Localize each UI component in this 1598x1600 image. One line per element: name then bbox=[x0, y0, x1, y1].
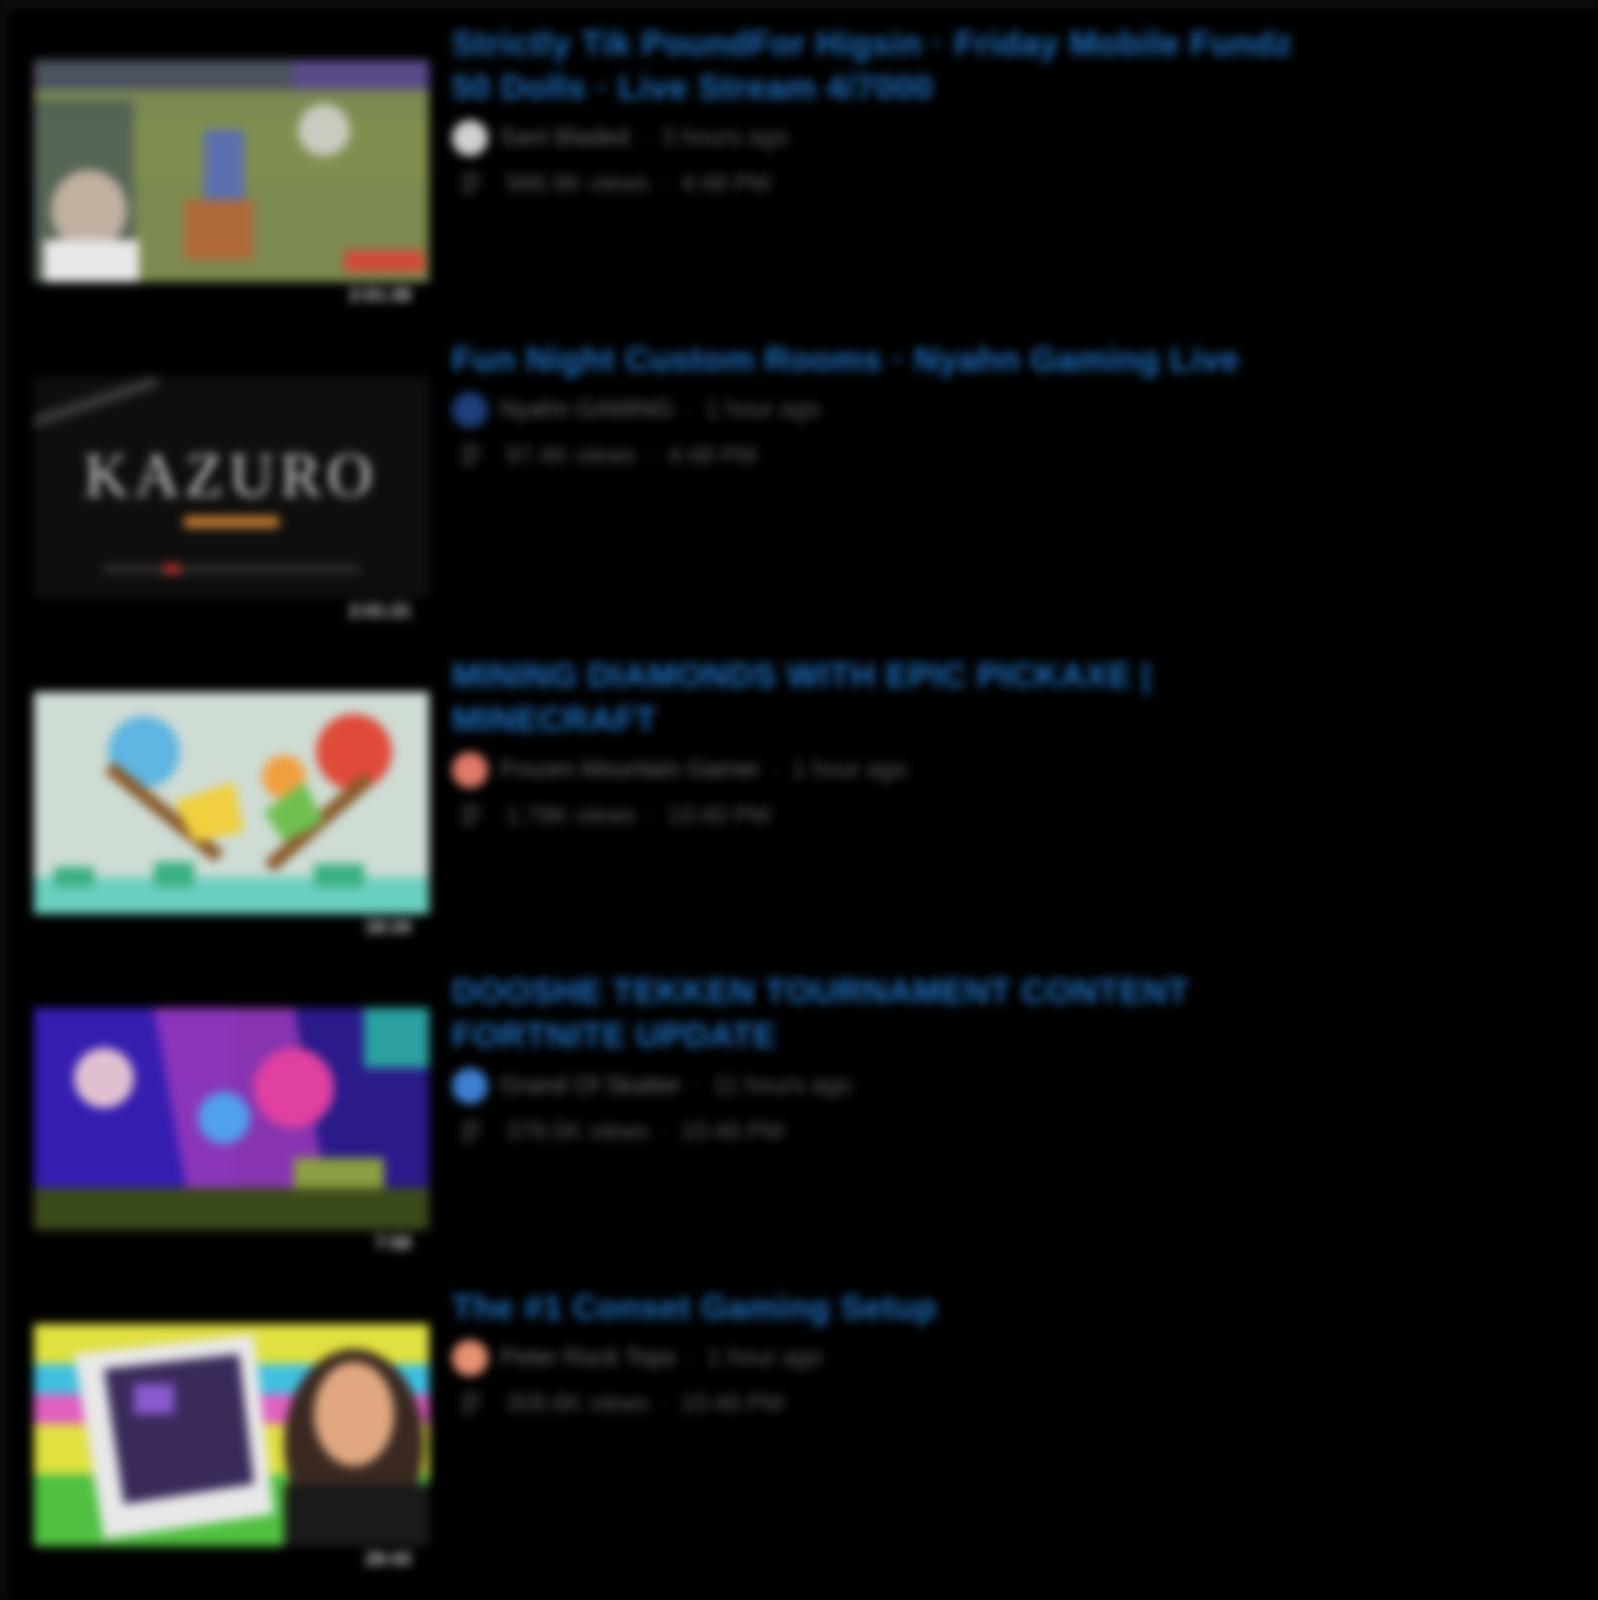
video-title-link[interactable]: The #1 Conset Gaming Setup bbox=[452, 1286, 1312, 1330]
stats-line: 97.4K views · 4:48 PM bbox=[452, 436, 1312, 476]
video-row[interactable]: KAZURO 2:01:21 Fun Night Custom Rooms · … bbox=[6, 322, 1598, 622]
video-info: Strictly Tik PoundFor Higsin · Friday Mo… bbox=[452, 22, 1312, 204]
video-thumbnail-link[interactable]: 2:01:38 bbox=[34, 14, 429, 306]
channel-avatar-icon[interactable] bbox=[452, 1340, 488, 1376]
video-row[interactable]: 7:58 DOOSHE TEKKEN TOURNAMENT CONTENT FO… bbox=[6, 954, 1598, 1254]
video-title-link[interactable]: Strictly Tik PoundFor Higsin · Friday Mo… bbox=[452, 22, 1312, 110]
publish-time: 10:40 PM bbox=[667, 802, 771, 829]
stats-line: 1.78K views · 10:40 PM bbox=[452, 796, 1312, 836]
channel-avatar-icon[interactable] bbox=[452, 120, 488, 156]
video-title-link[interactable]: MINING DIAMONDS WITH EPIC PICKAXE | MINE… bbox=[452, 654, 1312, 742]
separator: · bbox=[660, 170, 669, 197]
channel-name[interactable]: Frozen Mountain Gamer bbox=[500, 756, 760, 784]
separator: · bbox=[647, 442, 656, 469]
list-icon bbox=[462, 1394, 480, 1413]
video-row[interactable]: 28:43 The #1 Conset Gaming Setup Peter R… bbox=[6, 1270, 1598, 1570]
video-thumbnail[interactable]: KAZURO bbox=[34, 376, 429, 598]
channel-name[interactable]: Grand Of Skatter bbox=[500, 1072, 681, 1100]
video-row[interactable]: 2:01:38 Strictly Tik PoundFor Higsin · F… bbox=[6, 6, 1598, 306]
video-duration: 18:34 bbox=[360, 917, 415, 938]
separator: · bbox=[647, 802, 656, 829]
separator: · bbox=[772, 756, 781, 783]
list-icon bbox=[462, 174, 480, 193]
publish-time: 10:46 PM bbox=[680, 1390, 784, 1417]
video-title-link[interactable]: DOOSHE TEKKEN TOURNAMENT CONTENT FORTNIT… bbox=[452, 970, 1312, 1058]
upload-age: 11 hours ago bbox=[713, 1072, 852, 1099]
list-icon bbox=[462, 1122, 480, 1141]
video-duration: 7:58 bbox=[370, 1233, 415, 1254]
channel-line: Sani Bladed · 3 hours ago bbox=[452, 118, 1312, 158]
upload-age: 1 hour ago bbox=[705, 396, 821, 423]
video-thumbnail-link[interactable]: KAZURO 2:01:21 bbox=[34, 330, 429, 622]
view-count: 308.6K views bbox=[506, 1390, 649, 1417]
video-feed-page: 2:01:38 Strictly Tik PoundFor Higsin · F… bbox=[0, 0, 1598, 1600]
video-info: Fun Night Custom Rooms · Nyahn Gaming Li… bbox=[452, 338, 1312, 476]
video-info: DOOSHE TEKKEN TOURNAMENT CONTENT FORTNIT… bbox=[452, 970, 1312, 1152]
stats-line: 986.9K views · 4:48 PM bbox=[452, 164, 1312, 204]
list-icon bbox=[462, 446, 480, 465]
video-thumbnail[interactable] bbox=[34, 1008, 429, 1230]
pickaxes-thumbnail-image bbox=[34, 692, 429, 914]
video-thumbnail-link[interactable]: 28:43 bbox=[34, 1278, 429, 1570]
kazuro-logo-thumbnail-image: KAZURO bbox=[34, 376, 429, 598]
video-thumbnail[interactable] bbox=[34, 1324, 429, 1546]
handheld-device-thumbnail-image bbox=[34, 1324, 429, 1546]
channel-avatar-icon[interactable] bbox=[452, 392, 488, 428]
separator: · bbox=[641, 124, 650, 151]
separator: · bbox=[660, 1390, 669, 1417]
publish-time: 4:48 PM bbox=[680, 170, 771, 197]
soccer-field-thumbnail-image bbox=[34, 60, 429, 282]
stats-line: 308.6K views · 10:46 PM bbox=[452, 1384, 1312, 1424]
view-count: 378.5K views bbox=[506, 1118, 649, 1145]
neon-game-thumbnail-image bbox=[34, 1008, 429, 1230]
view-count: 986.9K views bbox=[506, 170, 649, 197]
view-count: 1.78K views bbox=[506, 802, 636, 829]
video-thumbnail[interactable] bbox=[34, 692, 429, 914]
svg-text:KAZURO: KAZURO bbox=[84, 442, 378, 510]
channel-avatar-icon[interactable] bbox=[452, 1068, 488, 1104]
publish-time: 4:48 PM bbox=[667, 442, 757, 469]
channel-line: Frozen Mountain Gamer · 1 hour ago bbox=[452, 750, 1312, 790]
channel-name[interactable]: Peter Rock Tops bbox=[500, 1344, 676, 1372]
publish-time: 10:46 PM bbox=[680, 1118, 784, 1145]
channel-line: Peter Rock Tops · 1 hour ago bbox=[452, 1338, 1312, 1378]
video-duration: 2:01:21 bbox=[344, 601, 415, 622]
video-info: MINING DIAMONDS WITH EPIC PICKAXE | MINE… bbox=[452, 654, 1312, 836]
video-thumbnail-link[interactable]: 7:58 bbox=[34, 962, 429, 1254]
video-row[interactable]: 18:34 MINING DIAMONDS WITH EPIC PICKAXE … bbox=[6, 638, 1598, 938]
list-icon bbox=[462, 806, 480, 825]
video-duration: 2:01:38 bbox=[344, 285, 415, 306]
channel-line: Nyahn GAMING · 1 hour ago bbox=[452, 390, 1312, 430]
upload-age: 1 hour ago bbox=[792, 756, 907, 783]
video-duration: 28:43 bbox=[360, 1549, 415, 1570]
separator: · bbox=[687, 1344, 696, 1371]
video-info: The #1 Conset Gaming Setup Peter Rock To… bbox=[452, 1286, 1312, 1424]
stats-line: 378.5K views · 10:46 PM bbox=[452, 1112, 1312, 1152]
channel-avatar-icon[interactable] bbox=[452, 752, 488, 788]
separator: · bbox=[693, 1072, 702, 1099]
upload-age: 3 hours ago bbox=[661, 124, 789, 151]
channel-name[interactable]: Nyahn GAMING bbox=[500, 396, 673, 424]
separator: · bbox=[660, 1118, 669, 1145]
video-thumbnail-link[interactable]: 18:34 bbox=[34, 646, 429, 938]
video-thumbnail[interactable] bbox=[34, 60, 429, 282]
separator: · bbox=[685, 396, 694, 423]
video-title-link[interactable]: Fun Night Custom Rooms · Nyahn Gaming Li… bbox=[452, 338, 1312, 382]
view-count: 97.4K views bbox=[506, 442, 636, 469]
channel-name[interactable]: Sani Bladed bbox=[500, 124, 629, 152]
channel-line: Grand Of Skatter · 11 hours ago bbox=[452, 1066, 1312, 1106]
upload-age: 1 hour ago bbox=[707, 1344, 823, 1371]
